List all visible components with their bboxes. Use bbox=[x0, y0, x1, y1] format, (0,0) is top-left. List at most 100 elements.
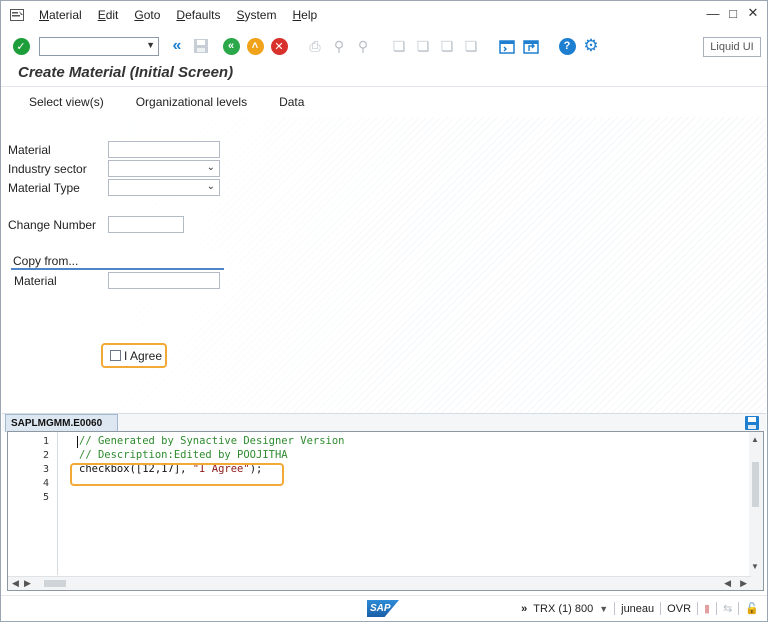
editor-tab[interactable]: SAPLMGMM.E0060 bbox=[5, 414, 118, 432]
find-next-icon: ⚲ bbox=[357, 37, 369, 54]
select-views-button[interactable]: Select view(s) bbox=[29, 95, 104, 109]
menu-defaults[interactable]: Defaults bbox=[168, 8, 228, 22]
industry-sector-label: Industry sector bbox=[8, 162, 87, 176]
script-editor[interactable]: 1 2 3 4 5 // Generated by Synactive Desi… bbox=[7, 431, 764, 591]
maximize-icon[interactable]: □ bbox=[727, 6, 739, 21]
expand-status-icon[interactable]: » bbox=[521, 603, 527, 615]
code-line-2[interactable]: // Description:Edited by POOJITHA bbox=[79, 449, 288, 461]
data-button[interactable]: Data bbox=[279, 95, 304, 109]
transfer-icon: ⇆ bbox=[723, 603, 733, 615]
line-number: 5 bbox=[42, 492, 49, 503]
line-number-gutter: 1 2 3 4 5 bbox=[8, 432, 58, 575]
line-number: 1 bbox=[42, 436, 49, 447]
scroll-up-icon[interactable]: ▲ bbox=[751, 435, 759, 444]
exit-icon: ˄ bbox=[246, 37, 264, 55]
check-icon: ✓ bbox=[12, 37, 30, 55]
horizontal-scrollbar[interactable]: ◀ ▶ ◀ ▶ bbox=[8, 576, 751, 590]
cancel-button[interactable]: ✕ bbox=[269, 36, 289, 56]
minimize-icon[interactable]: — bbox=[707, 6, 720, 21]
system-menu-icon[interactable] bbox=[9, 8, 25, 22]
status-info: » TRX (1) 800 ▼ juneau OVR ▮ ⇆ 🔓 bbox=[515, 602, 759, 615]
customize-layout-button[interactable]: ⚙ bbox=[581, 36, 601, 56]
save-button[interactable] bbox=[191, 36, 211, 56]
copy-material-field[interactable] bbox=[108, 272, 220, 289]
find-next-button[interactable]: ⚲ bbox=[353, 36, 373, 56]
industry-sector-dropdown[interactable]: ⌄ bbox=[108, 160, 220, 177]
copy-from-header: Copy from... bbox=[13, 254, 79, 268]
command-field[interactable]: ▼ bbox=[39, 36, 159, 56]
i-agree-checkbox-highlight[interactable]: I Agree bbox=[101, 343, 167, 368]
scroll-right-icon[interactable]: ▶ bbox=[24, 578, 31, 589]
last-page-button[interactable]: ❏ bbox=[461, 36, 481, 56]
find-icon: ⚲ bbox=[333, 37, 345, 54]
cancel-icon: ✕ bbox=[270, 37, 288, 55]
print-button[interactable]: ⎙ bbox=[305, 36, 325, 56]
exit-button[interactable]: ˄ bbox=[245, 36, 265, 56]
previous-page-icon: ❏ bbox=[416, 37, 430, 54]
create-session-button[interactable] bbox=[497, 36, 517, 56]
transaction-info[interactable]: TRX (1) 800 bbox=[533, 603, 593, 615]
copy-material-label: Material bbox=[14, 274, 57, 288]
text-cursor bbox=[77, 436, 78, 448]
menu-help[interactable]: Help bbox=[284, 8, 325, 22]
next-page-button[interactable]: ❏ bbox=[437, 36, 457, 56]
chevron-down-icon: ⌄ bbox=[206, 162, 215, 173]
menu-edit[interactable]: Edit bbox=[90, 8, 127, 22]
liquid-ui-button[interactable]: Liquid UI bbox=[703, 37, 761, 57]
lock-icon: 🔓 bbox=[745, 603, 759, 615]
insert-mode-info: OVR bbox=[667, 602, 692, 615]
vertical-scrollbar[interactable]: ▲ ▼ bbox=[749, 432, 763, 590]
print-icon: ⎙ bbox=[309, 37, 321, 54]
new-session-icon bbox=[499, 40, 515, 54]
group-divider bbox=[11, 268, 224, 270]
menu-material[interactable]: Material bbox=[31, 8, 90, 22]
chevron-down-icon[interactable]: ▼ bbox=[146, 40, 155, 50]
first-page-button[interactable]: ❏ bbox=[389, 36, 409, 56]
line-number: 2 bbox=[42, 450, 49, 461]
chevron-down-icon: ⌄ bbox=[206, 181, 215, 192]
editor-save-button[interactable] bbox=[744, 415, 760, 431]
scroll-left-icon[interactable]: ◀ bbox=[724, 578, 731, 589]
material-field[interactable] bbox=[108, 141, 220, 158]
find-button[interactable]: ⚲ bbox=[329, 36, 349, 56]
editor-tab-bar: SAPLMGMM.E0060 bbox=[2, 413, 766, 432]
collapse-toolbar-button[interactable]: « bbox=[167, 36, 187, 56]
menu-system[interactable]: System bbox=[228, 8, 284, 22]
scroll-left-icon[interactable]: ◀ bbox=[12, 578, 19, 589]
scroll-thumb[interactable] bbox=[752, 462, 759, 507]
code-highlight bbox=[70, 463, 284, 486]
page-title: Create Material (Initial Screen) bbox=[18, 64, 234, 81]
gear-icon: ⚙ bbox=[583, 36, 599, 55]
material-label: Material bbox=[8, 143, 51, 157]
change-number-field[interactable] bbox=[108, 216, 184, 233]
change-number-label: Change Number bbox=[8, 218, 97, 232]
help-button[interactable]: ? bbox=[557, 36, 577, 56]
title-divider bbox=[1, 86, 767, 87]
application-toolbar: Select view(s) Organizational levels Dat… bbox=[1, 91, 312, 113]
code-line-1[interactable]: // Generated by Synactive Designer Versi… bbox=[79, 435, 345, 447]
shortcut-button[interactable] bbox=[521, 36, 541, 56]
scroll-thumb[interactable] bbox=[44, 580, 66, 587]
i-agree-checkbox[interactable] bbox=[110, 350, 121, 361]
menu-goto[interactable]: Goto bbox=[126, 8, 168, 22]
scroll-down-icon[interactable]: ▼ bbox=[751, 562, 759, 571]
material-type-dropdown[interactable]: ⌄ bbox=[108, 179, 220, 196]
enter-button[interactable]: ✓ bbox=[11, 36, 31, 56]
shortcut-icon bbox=[523, 40, 539, 54]
i-agree-label: I Agree bbox=[124, 348, 163, 363]
close-icon[interactable]: ✕ bbox=[747, 5, 759, 20]
standard-toolbar: ✓ ▼ « « ˄ ✕ ⎙ ⚲ ⚲ ❏ ❏ ❏ ❏ ? ⚙ bbox=[1, 31, 767, 61]
help-icon: ? bbox=[558, 37, 576, 55]
sap-logo: SAP bbox=[367, 600, 399, 617]
back-button[interactable]: « bbox=[221, 36, 241, 56]
screen-area: Material Industry sector ⌄ Material Type… bbox=[2, 117, 766, 413]
line-number: 3 bbox=[42, 464, 49, 475]
organizational-levels-button[interactable]: Organizational levels bbox=[136, 95, 247, 109]
next-page-icon: ❏ bbox=[440, 37, 454, 54]
chevron-down-icon[interactable]: ▼ bbox=[599, 604, 608, 614]
save-icon bbox=[194, 39, 208, 53]
status-bar: SAP » TRX (1) 800 ▼ juneau OVR ▮ ⇆ 🔓 bbox=[1, 595, 767, 621]
menu-bar: Material Edit Goto Defaults System Help … bbox=[1, 1, 767, 29]
previous-page-button[interactable]: ❏ bbox=[413, 36, 433, 56]
scroll-right-icon[interactable]: ▶ bbox=[740, 578, 747, 589]
